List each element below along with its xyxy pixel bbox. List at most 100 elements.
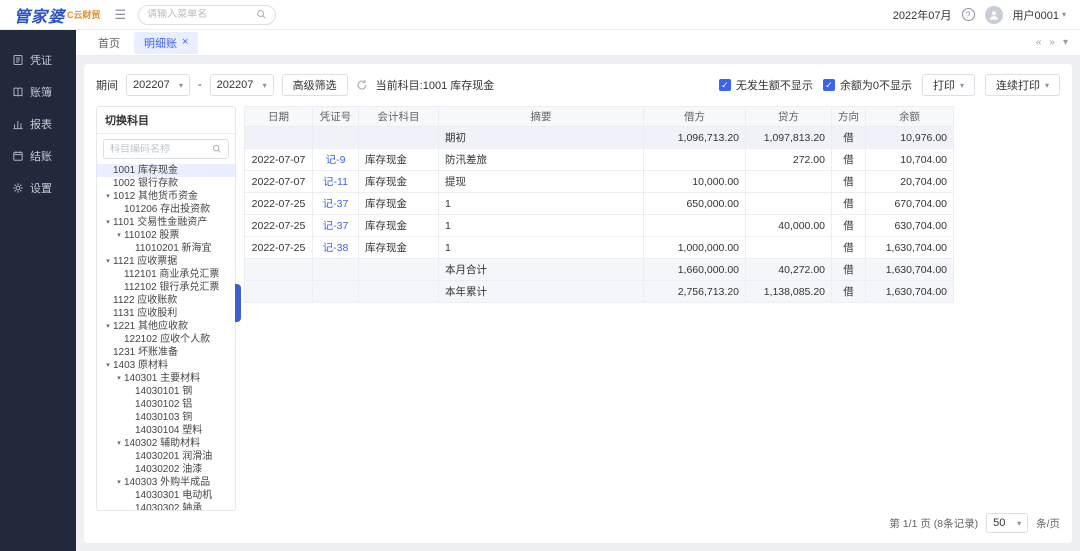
table-row: 2022-07-25记-38库存现金11,000,000.00借1,630,70… bbox=[245, 237, 954, 259]
chevron-down-icon[interactable]: ▾ bbox=[103, 190, 113, 203]
cell-credit: 40,272.00 bbox=[746, 259, 832, 281]
page-size-select[interactable]: 50 ▾ bbox=[986, 513, 1028, 533]
page-info-label: 第 1/1 页 (8条记录) bbox=[889, 516, 978, 531]
refresh-icon[interactable] bbox=[356, 79, 368, 91]
tree-item[interactable]: 14030103 铜 bbox=[97, 411, 235, 424]
voucher-link[interactable]: 记-9 bbox=[326, 154, 346, 166]
tree-item[interactable]: 1001 库存现金 bbox=[97, 164, 235, 177]
subject-search-input[interactable] bbox=[110, 144, 208, 155]
tree-item[interactable]: ▾110102 股票 bbox=[97, 229, 235, 242]
column-header: 贷方 bbox=[746, 107, 832, 127]
cell-direction: 借 bbox=[832, 149, 866, 171]
tab-menu-icon[interactable]: ▾ bbox=[1063, 37, 1068, 48]
tree-item[interactable]: ▾1221 其他应收款 bbox=[97, 320, 235, 333]
tree-item[interactable]: 1122 应收账款 bbox=[97, 294, 235, 307]
cell-direction: 借 bbox=[832, 127, 866, 149]
table-row: 2022-07-07记-11库存现金提现10,000.00借20,704.00 bbox=[245, 171, 954, 193]
ledger-panels: 切换科目 1001 库存现金1002 银行存款▾1012 其他货币资金10120… bbox=[96, 106, 1060, 511]
chevron-down-icon[interactable]: ▾ bbox=[114, 229, 124, 242]
chevron-down-icon[interactable]: ▾ bbox=[103, 359, 113, 372]
tree-item[interactable]: 1131 应收股利 bbox=[97, 307, 235, 320]
sidebar-item-0[interactable]: 凭证 bbox=[0, 44, 76, 76]
tree-item[interactable]: 1231 坏账准备 bbox=[97, 346, 235, 359]
tree-item[interactable]: 101206 存出投资款 bbox=[97, 203, 235, 216]
tree-item[interactable]: ▾140302 辅助材料 bbox=[97, 437, 235, 450]
table-row: 本年累计2,756,713.201,138,085.20借1,630,704.0… bbox=[245, 281, 954, 303]
voucher-link[interactable]: 记-11 bbox=[323, 176, 348, 188]
voucher-icon bbox=[12, 54, 24, 66]
table-row: 本月合计1,660,000.0040,272.00借1,630,704.00 bbox=[245, 259, 954, 281]
print-button[interactable]: 打印 ▾ bbox=[922, 74, 975, 96]
tree-item[interactable]: 1002 银行存款 bbox=[97, 177, 235, 190]
tree-item[interactable]: ▾1121 应收票据 bbox=[97, 255, 235, 268]
period-to-value: 202207 bbox=[217, 79, 254, 91]
avatar[interactable] bbox=[985, 6, 1003, 24]
tree-item[interactable]: 14030301 电动机 bbox=[97, 489, 235, 502]
chevron-down-icon[interactable]: ▾ bbox=[103, 320, 113, 333]
tree-item[interactable]: ▾1012 其他货币资金 bbox=[97, 190, 235, 203]
tab-scroll-left-icon[interactable]: « bbox=[1036, 37, 1042, 48]
tree-item[interactable]: ▾140301 主要材料 bbox=[97, 372, 235, 385]
sidebar-item-1[interactable]: 账簿 bbox=[0, 76, 76, 108]
chevron-down-icon[interactable]: ▾ bbox=[103, 255, 113, 268]
table-row: 2022-07-25记-37库存现金1650,000.00借670,704.00 bbox=[245, 193, 954, 215]
tree-item-label: 14030302 轴承 bbox=[135, 502, 202, 510]
chevron-down-icon[interactable]: ▾ bbox=[114, 476, 124, 489]
tree-item[interactable]: ▾1101 交易性金融资产 bbox=[97, 216, 235, 229]
tab-1[interactable]: 明细账× bbox=[134, 32, 198, 54]
checkbox-no-zero-balance[interactable]: ✓ 余额为0不显示 bbox=[823, 77, 912, 93]
tree-item[interactable]: 14030102 铝 bbox=[97, 398, 235, 411]
cell-date bbox=[245, 127, 313, 149]
sidebar-item-label: 账簿 bbox=[30, 84, 52, 100]
help-icon[interactable]: ? bbox=[962, 8, 975, 21]
checkbox-no-activity[interactable]: ✓ 无发生额不显示 bbox=[719, 77, 813, 93]
menu-search-box[interactable] bbox=[138, 5, 276, 25]
tree-item[interactable]: 122102 应收个人款 bbox=[97, 333, 235, 346]
period-range-separator: - bbox=[198, 79, 202, 91]
close-icon[interactable]: × bbox=[182, 37, 188, 48]
tree-item-label: 1121 应收票据 bbox=[113, 255, 177, 268]
ledger-icon bbox=[12, 86, 24, 98]
checkbox-checked-icon: ✓ bbox=[823, 79, 835, 91]
chevron-down-icon[interactable]: ▾ bbox=[114, 437, 124, 450]
menu-toggle-icon[interactable]: ☰ bbox=[115, 7, 127, 23]
voucher-link[interactable]: 记-37 bbox=[323, 198, 349, 210]
cell-summary: 1 bbox=[439, 237, 644, 259]
continuous-print-button[interactable]: 连续打印 ▾ bbox=[985, 74, 1060, 96]
chevron-down-icon[interactable]: ▾ bbox=[103, 216, 113, 229]
voucher-link[interactable]: 记-38 bbox=[323, 242, 349, 254]
tree-item[interactable]: ▾140303 外购半成品 bbox=[97, 476, 235, 489]
search-icon bbox=[212, 144, 222, 154]
tree-item[interactable]: 112102 银行承兑汇票 bbox=[97, 281, 235, 294]
cell-debit bbox=[644, 215, 746, 237]
period-from-select[interactable]: 202207 ▾ bbox=[126, 74, 190, 96]
tree-collapse-handle[interactable] bbox=[235, 284, 241, 322]
tab-scroll-right-icon[interactable]: » bbox=[1049, 37, 1055, 48]
tree-item[interactable]: 14030302 轴承 bbox=[97, 502, 235, 510]
cell-subject: 库存现金 bbox=[359, 237, 439, 259]
tree-item[interactable]: 11010201 新海宜 bbox=[97, 242, 235, 255]
tree-item[interactable]: ▾1403 原材料 bbox=[97, 359, 235, 372]
tree-item-label: 14030202 油漆 bbox=[135, 463, 202, 476]
menu-search-input[interactable] bbox=[147, 9, 256, 20]
period-to-select[interactable]: 202207 ▾ bbox=[210, 74, 274, 96]
chevron-down-icon[interactable]: ▾ bbox=[114, 372, 124, 385]
cell-debit bbox=[644, 149, 746, 171]
tree-item[interactable]: 14030104 塑料 bbox=[97, 424, 235, 437]
sidebar-item-4[interactable]: 设置 bbox=[0, 172, 76, 204]
print-button-label: 打印 bbox=[933, 77, 955, 93]
cell-credit bbox=[746, 193, 832, 215]
tree-item[interactable]: 14030202 油漆 bbox=[97, 463, 235, 476]
voucher-link[interactable]: 记-37 bbox=[323, 220, 349, 232]
tree-item[interactable]: 14030101 钢 bbox=[97, 385, 235, 398]
cell-direction: 借 bbox=[832, 259, 866, 281]
advanced-filter-button[interactable]: 高级筛选 bbox=[282, 74, 348, 96]
subject-search-box[interactable] bbox=[103, 139, 229, 159]
tab-0[interactable]: 首页 bbox=[88, 32, 130, 54]
cell-balance: 10,976.00 bbox=[866, 127, 954, 149]
tree-item[interactable]: 14030201 润滑油 bbox=[97, 450, 235, 463]
sidebar-item-3[interactable]: 结账 bbox=[0, 140, 76, 172]
sidebar-item-2[interactable]: 报表 bbox=[0, 108, 76, 140]
tree-item[interactable]: 112101 商业承兑汇票 bbox=[97, 268, 235, 281]
user-menu[interactable]: 用户0001 ▾ bbox=[1013, 7, 1067, 23]
